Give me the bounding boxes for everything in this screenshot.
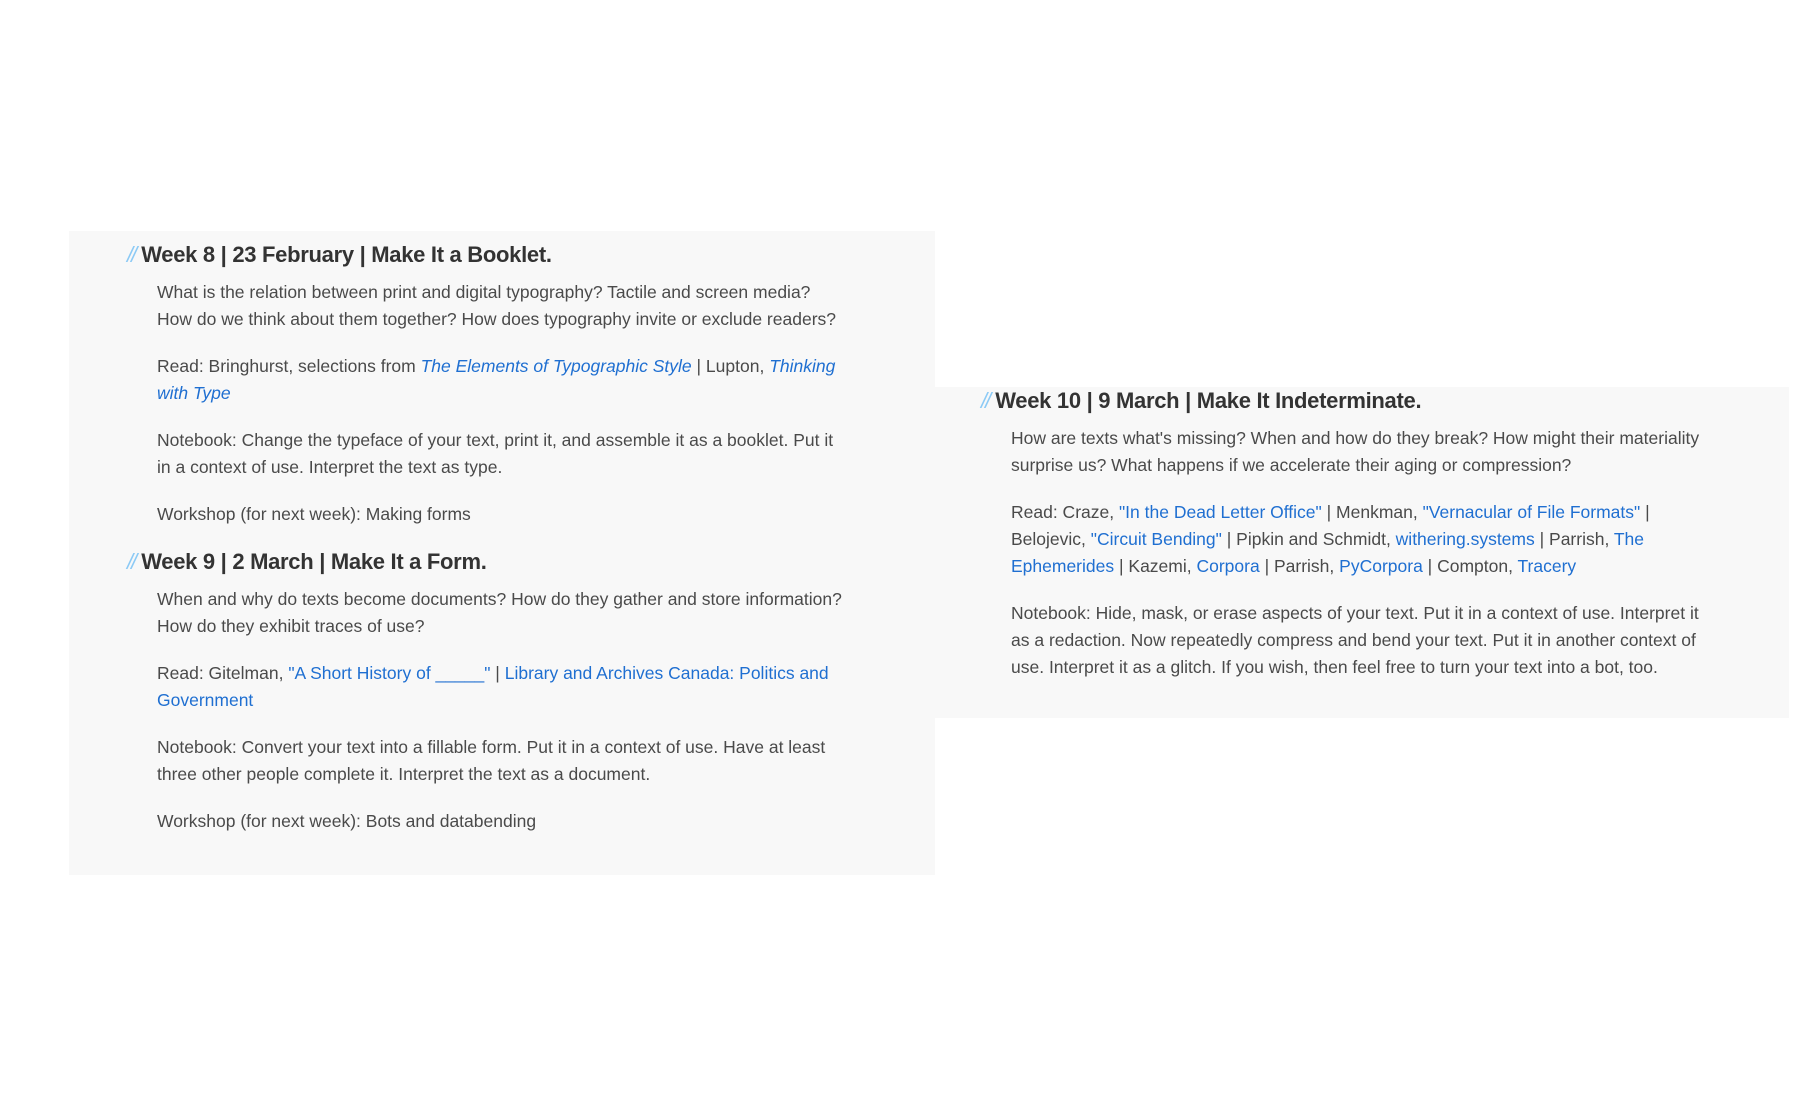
week-9-title: Week 9 | 2 March | Make It a Form.	[141, 549, 487, 574]
week-8-questions: What is the relation between print and d…	[157, 282, 837, 329]
week-10-heading: //Week 10 | 9 March | Make It Indetermin…	[981, 387, 1789, 415]
week-8-notebook: Notebook: Change the typeface of your te…	[157, 430, 834, 477]
week-8-workshop: Workshop (for next week): Making forms	[157, 504, 471, 524]
read-text: Read: Bringhurst, selections from	[157, 356, 421, 376]
read-text: | Parrish,	[1534, 529, 1614, 549]
tracery-link[interactable]: Tracery	[1518, 556, 1577, 576]
week-9-workshop: Workshop (for next week): Bots and datab…	[157, 811, 537, 831]
read-text: | Menkman,	[1321, 502, 1423, 522]
circuit-bending-link[interactable]: "Circuit Bending"	[1091, 529, 1222, 549]
withering-systems-link[interactable]: withering.systems	[1396, 529, 1535, 549]
week-10-title: Week 10 | 9 March | Make It Indeterminat…	[995, 388, 1422, 413]
week-8-section: //Week 8 | 23 February | Make It a Bookl…	[127, 241, 935, 528]
slash-marker-icon: //	[981, 388, 991, 413]
week-10-readings: Read: Craze, "In the Dead Letter Office"…	[1011, 499, 1701, 580]
read-text: |	[490, 663, 505, 683]
week-9-section: //Week 9 | 2 March | Make It a Form. Whe…	[127, 548, 935, 835]
week-8-heading: //Week 8 | 23 February | Make It a Bookl…	[127, 241, 935, 269]
right-panel: //Week 10 | 9 March | Make It Indetermin…	[935, 387, 1789, 718]
week-8-readings: Read: Bringhurst, selections from The El…	[157, 353, 847, 407]
corpora-link[interactable]: Corpora	[1196, 556, 1259, 576]
week-10-section: //Week 10 | 9 March | Make It Indetermin…	[981, 387, 1789, 681]
elements-typographic-style-link[interactable]: The Elements of Typographic Style	[421, 356, 692, 376]
left-panel: //Week 8 | 23 February | Make It a Bookl…	[69, 231, 935, 875]
vernacular-file-formats-link[interactable]: "Vernacular of File Formats"	[1423, 502, 1641, 522]
week-10-notebook: Notebook: Hide, mask, or erase aspects o…	[1011, 603, 1699, 677]
week-10-questions: How are texts what's missing? When and h…	[1011, 428, 1700, 475]
read-text: Read: Gitelman,	[157, 663, 289, 683]
week-9-heading: //Week 9 | 2 March | Make It a Form.	[127, 548, 935, 576]
slash-marker-icon: //	[127, 549, 137, 574]
read-text: Read: Craze,	[1011, 502, 1119, 522]
week-9-questions: When and why do texts become documents? …	[157, 589, 842, 636]
week-8-title: Week 8 | 23 February | Make It a Booklet…	[141, 242, 552, 267]
read-text: | Compton,	[1422, 556, 1518, 576]
short-history-link[interactable]: "A Short History of _____"	[288, 663, 490, 683]
read-text: | Lupton,	[691, 356, 770, 376]
dead-letter-office-link[interactable]: "In the Dead Letter Office"	[1119, 502, 1322, 522]
read-text: | Kazemi,	[1114, 556, 1197, 576]
week-9-notebook: Notebook: Convert your text into a filla…	[157, 737, 826, 784]
week-9-readings: Read: Gitelman, "A Short History of ____…	[157, 660, 847, 714]
slash-marker-icon: //	[127, 242, 137, 267]
read-text: | Parrish,	[1259, 556, 1340, 576]
read-text: | Pipkin and Schmidt,	[1221, 529, 1396, 549]
pycorpora-link[interactable]: PyCorpora	[1339, 556, 1423, 576]
